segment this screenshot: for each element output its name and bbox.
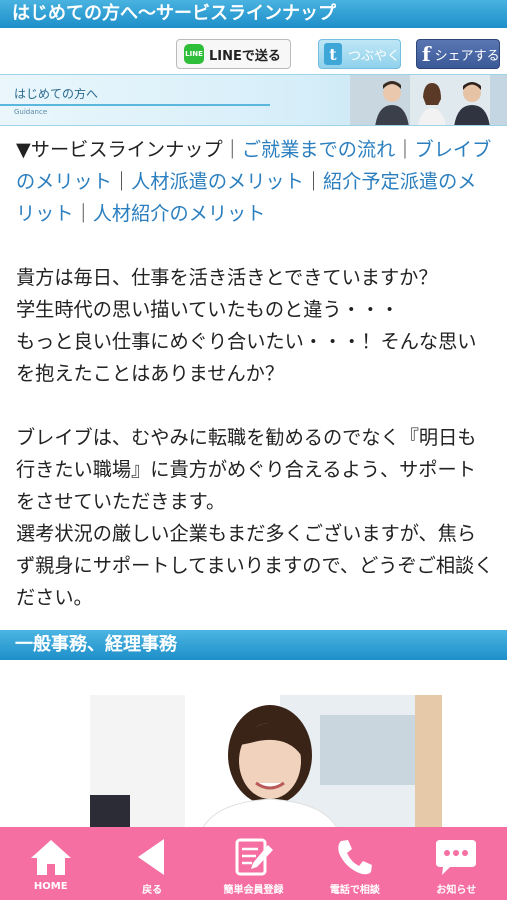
guidance-banner: はじめての方へ Guidance xyxy=(0,74,507,126)
section-title: 一般事務、経理事務 xyxy=(0,630,507,660)
tweet-button[interactable]: t つぶやく xyxy=(318,39,401,69)
service-lineup-nav: ▼サービスラインナップ｜ご就業までの流れ｜ブレイブのメリット｜人材派遣のメリット… xyxy=(16,134,494,230)
nav-news[interactable]: お知らせ xyxy=(406,827,507,900)
home-icon xyxy=(30,840,71,875)
nav-home[interactable]: HOME xyxy=(0,827,101,900)
nav-link-flow[interactable]: ご就業までの流れ xyxy=(242,138,396,161)
nav-back-label: 戻る xyxy=(142,885,163,896)
phone-icon xyxy=(338,840,372,875)
line-share-label: LINEで送る xyxy=(209,48,281,64)
nav-separator: ｜ xyxy=(395,138,415,161)
office-worker-photo xyxy=(90,695,442,835)
line-share-button[interactable]: LINE LINEで送る xyxy=(176,39,291,69)
nav-back[interactable]: 戻る xyxy=(101,827,202,900)
bottom-navigation: HOME 戻る 簡単会員登録 電話で相談 お知らせ xyxy=(0,827,507,900)
facebook-icon: f xyxy=(422,42,431,66)
nav-separator: ｜ xyxy=(111,170,132,193)
register-icon xyxy=(235,838,273,876)
nav-separator: ｜ xyxy=(303,170,323,193)
banner-people-image xyxy=(350,75,507,125)
nav-home-label: HOME xyxy=(33,881,68,892)
page-header: はじめての方へ〜サービスラインナップ xyxy=(0,0,507,28)
nav-separator: ｜ xyxy=(222,138,242,161)
banner-subtitle: Guidance xyxy=(14,108,48,116)
nav-news-label: お知らせ xyxy=(436,885,477,896)
text-line: ブレイブは、むやみに転職を勧めるのでなく『明日も行きたい職場』に貴方がめぐり合え… xyxy=(16,426,477,513)
text-line: 学生時代の思い描いていたものと違う・・・ xyxy=(16,298,400,321)
text-line: 選考状況の厳しい企業もまだ多くございますが、焦らず親身にサポートしてまいりますの… xyxy=(16,522,494,609)
nav-link-dispatch-merit[interactable]: 人材派遣のメリット xyxy=(131,170,304,193)
nav-prefix: ▼サービスラインナップ xyxy=(16,138,223,161)
line-icon: LINE xyxy=(184,44,204,64)
banner-title: はじめての方へ xyxy=(14,87,99,101)
nav-register[interactable]: 簡単会員登録 xyxy=(203,827,304,900)
nav-phone[interactable]: 電話で相談 xyxy=(304,827,405,900)
intro-paragraph-2: ブレイブは、むやみに転職を勧めるのでなく『明日も行きたい職場』に貴方がめぐり合え… xyxy=(16,422,494,614)
share-bar: LINE LINEで送る t つぶやく f シェアする xyxy=(0,28,507,74)
nav-separator: ｜ xyxy=(73,202,93,225)
banner-divider xyxy=(0,104,270,106)
facebook-share-button[interactable]: f シェアする xyxy=(416,39,500,69)
nav-register-label: 簡単会員登録 xyxy=(223,885,284,896)
facebook-share-label: シェアする xyxy=(434,48,500,64)
tweet-label: つぶやく xyxy=(347,48,400,64)
main-content: ▼サービスラインナップ｜ご就業までの流れ｜ブレイブのメリット｜人材派遣のメリット… xyxy=(16,134,494,646)
nav-link-placement-merit[interactable]: 人材紹介のメリット xyxy=(93,202,266,225)
chat-icon xyxy=(436,840,477,875)
twitter-icon: t xyxy=(324,43,342,65)
nav-phone-label: 電話で相談 xyxy=(329,885,380,896)
text-line: もっと良い仕事にめぐり合いたい・・・！そんな思いを抱えたことはありませんか？ xyxy=(16,330,477,385)
back-icon xyxy=(138,839,165,875)
intro-paragraph-1: 貴方は毎日、仕事を活き活きとできていますか？ 学生時代の思い描いていたものと違う… xyxy=(16,262,494,390)
text-line: 貴方は毎日、仕事を活き活きとできていますか？ xyxy=(16,266,438,289)
